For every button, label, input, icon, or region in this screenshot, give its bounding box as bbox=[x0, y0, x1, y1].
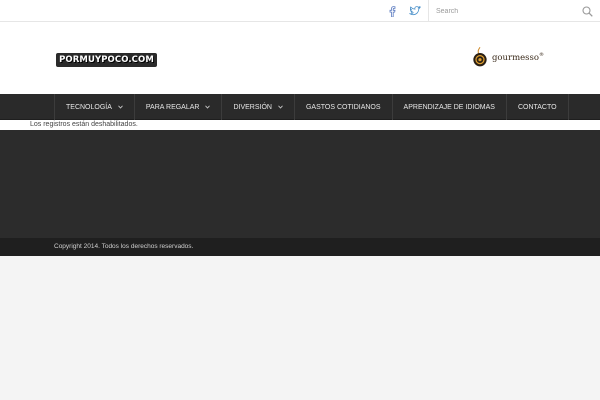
nav-item-aprendizaje-de-idiomas[interactable]: APRENDIZAJE DE IDIOMAS bbox=[393, 94, 507, 120]
dark-content-area bbox=[0, 130, 600, 238]
search-button[interactable] bbox=[579, 3, 595, 19]
facebook-icon bbox=[389, 5, 396, 17]
search-box bbox=[428, 0, 600, 22]
nav-item-diversion[interactable]: DIVERSIÓN bbox=[222, 94, 295, 120]
chevron-down-icon bbox=[278, 105, 283, 109]
nav-item-label: GASTOS COTIDIANOS bbox=[305, 103, 381, 111]
main-nav: TECNOLOGÍA PARA REGALAR DIVERSIÓN GASTOS CO… bbox=[0, 94, 600, 120]
main-content: Los registros están deshabilitados. bbox=[0, 120, 600, 130]
nav-item-para-regalar[interactable]: PARA REGALAR bbox=[135, 94, 223, 120]
twitter-link[interactable] bbox=[403, 0, 427, 22]
nav-item-label: CONTACTO bbox=[517, 103, 557, 111]
gourmesso-ad-text: gourmesso® bbox=[491, 51, 544, 63]
nav-item-label: PARA REGALAR bbox=[145, 103, 200, 111]
search-icon bbox=[581, 5, 593, 17]
nav-item-contacto[interactable]: CONTACTO bbox=[507, 94, 569, 120]
nav-item-gastos-cotidianos[interactable]: GASTOS COTIDIANOS bbox=[295, 94, 393, 120]
registration-notice: Los registros están deshabilitados. bbox=[30, 121, 138, 128]
nav-item-label: APRENDIZAJE DE IDIOMAS bbox=[403, 103, 495, 111]
site-logo-text: PORMUYPOCO.COM bbox=[59, 55, 154, 65]
gourmesso-logo-icon bbox=[473, 46, 487, 67]
copyright-text: Copyright 2014. Todos los derechos reser… bbox=[54, 243, 194, 250]
site-footer: Copyright 2014. Todos los derechos reser… bbox=[0, 238, 600, 256]
chevron-down-icon bbox=[205, 105, 211, 109]
top-bar bbox=[0, 0, 600, 22]
nav-item-label: DIVERSIÓN bbox=[233, 103, 272, 111]
chevron-down-icon bbox=[118, 105, 123, 109]
twitter-icon bbox=[409, 6, 421, 16]
site-logo[interactable]: PORMUYPOCO.COM bbox=[56, 53, 157, 67]
gourmesso-ad[interactable]: gourmesso® bbox=[472, 44, 544, 70]
facebook-link[interactable] bbox=[380, 0, 404, 22]
site-header: PORMUYPOCO.COM gourmesso® bbox=[0, 22, 600, 94]
search-input[interactable] bbox=[429, 0, 569, 22]
nav-item-label: TECNOLOGÍA bbox=[66, 103, 112, 111]
nav-item-tecnologia[interactable]: TECNOLOGÍA bbox=[55, 94, 135, 120]
main-nav-items: TECNOLOGÍA PARA REGALAR DIVERSIÓN GASTOS CO… bbox=[54, 94, 569, 120]
